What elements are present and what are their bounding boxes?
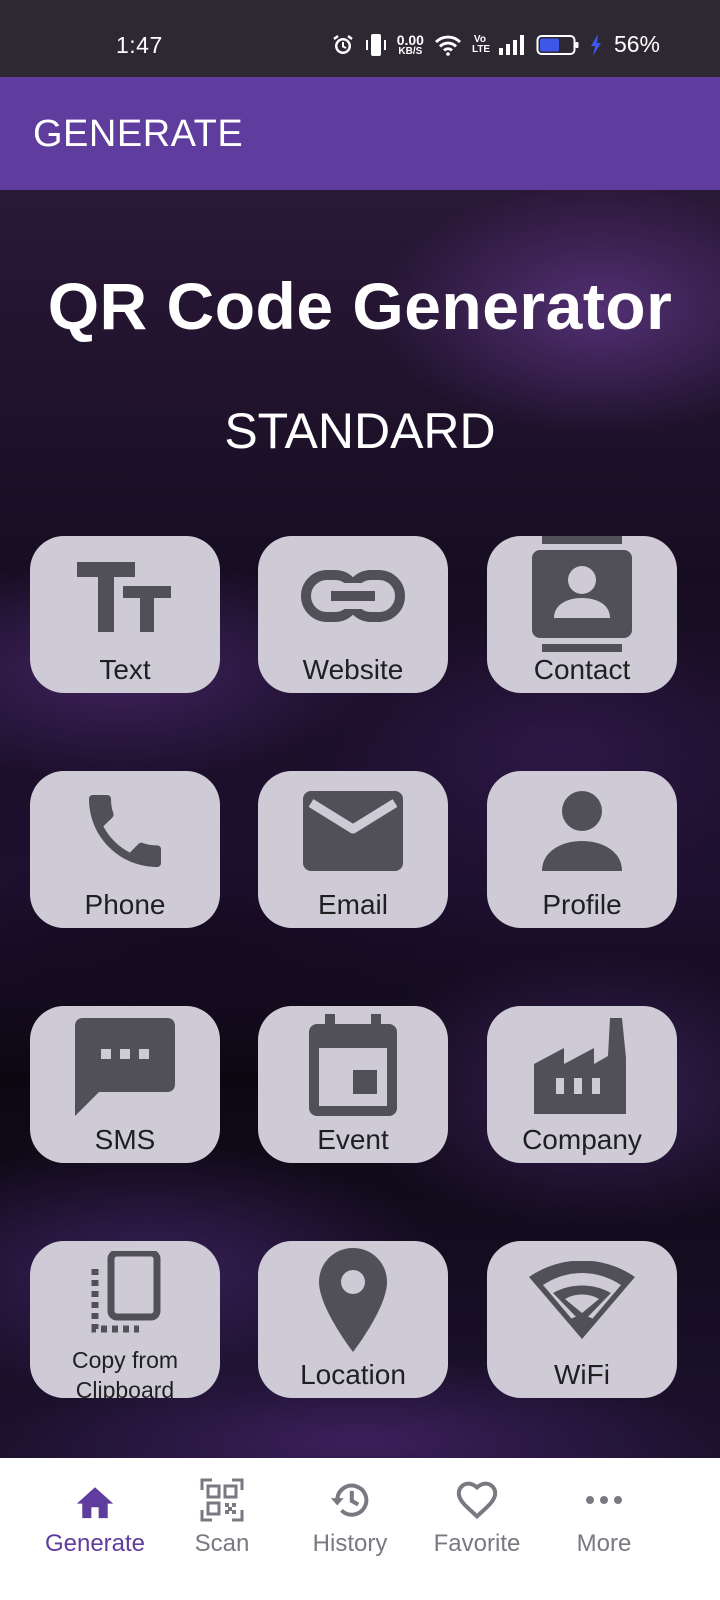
nav-scan[interactable]: Scan [157, 1458, 287, 1600]
tile-text[interactable]: Text [30, 536, 220, 693]
link-icon [258, 536, 448, 656]
history-icon [328, 1476, 372, 1524]
charging-icon [590, 33, 602, 57]
email-icon [258, 771, 448, 891]
wifi-icon [487, 1241, 677, 1361]
section-title: STANDARD [224, 403, 496, 459]
app-bar: GENERATE [0, 77, 720, 190]
factory-icon [487, 1006, 677, 1126]
tile-label: SMS [94, 1124, 156, 1155]
tile-label: Email [317, 889, 388, 920]
wifi-icon [434, 34, 462, 56]
status-bar: 1:47 0.00 KB/S Vo LTE 56% [0, 0, 720, 77]
more-dots-icon [584, 1476, 624, 1524]
nav-label: Generate [44, 1530, 146, 1557]
phone-icon [30, 771, 220, 891]
nav-more[interactable]: More [539, 1458, 669, 1600]
qr-scan-icon [200, 1476, 244, 1524]
tile-label: Phone [84, 889, 166, 920]
app-bar-title: GENERATE [33, 113, 244, 155]
tile-phone[interactable]: Phone [30, 771, 220, 928]
tile-label: Text [99, 654, 151, 685]
nav-label: Favorite [433, 1530, 521, 1557]
tile-company[interactable]: Company [487, 1006, 677, 1163]
status-icons: 0.00 KB/S Vo LTE 56% [331, 31, 660, 58]
status-time: 1:47 [116, 32, 163, 58]
nav-favorite[interactable]: Favorite [412, 1458, 542, 1600]
bottom-nav: Generate Scan History Favorite More [0, 1458, 720, 1600]
tile-website[interactable]: Website [258, 536, 448, 693]
tile-label: WiFi [554, 1359, 610, 1390]
tile-clipboard[interactable]: Copy from Clipboard [30, 1241, 220, 1398]
clipboard-icon [30, 1241, 220, 1345]
nav-generate[interactable]: Generate [30, 1458, 160, 1600]
location-pin-icon [258, 1241, 448, 1361]
battery-icon [536, 33, 580, 57]
generator-content[interactable]: QR Code Generator STANDARD Text Website … [0, 190, 720, 1458]
nav-label: Scan [194, 1530, 250, 1557]
tile-label: Company [522, 1124, 642, 1155]
tile-label: Event [317, 1124, 389, 1155]
heart-icon [455, 1476, 499, 1524]
home-icon [73, 1476, 117, 1524]
tile-sms[interactable]: SMS [30, 1006, 220, 1163]
tile-contact[interactable]: Contact [487, 536, 677, 693]
tile-event[interactable]: Event [258, 1006, 448, 1163]
volte-icon: Vo LTE [471, 33, 491, 55]
tile-email[interactable]: Email [258, 771, 448, 928]
tile-location[interactable]: Location [258, 1241, 448, 1398]
net-speed: 0.00 KB/S [397, 33, 424, 57]
net-speed-value: 0.00 [396, 31, 424, 48]
page-title: QR Code Generator [47, 269, 673, 343]
profile-icon [487, 771, 677, 891]
alarm-icon [331, 33, 355, 57]
net-speed-unit: KB/S [398, 45, 423, 57]
tile-label: Copy from Clipboard [71, 1347, 179, 1398]
volte-label: Vo LTE [471, 33, 491, 55]
tile-label: Website [302, 654, 404, 685]
calendar-icon [258, 1006, 448, 1126]
battery-percent: 56% [613, 31, 660, 57]
tile-wifi[interactable]: WiFi [487, 1241, 677, 1398]
nav-label: More [576, 1530, 632, 1557]
nav-history[interactable]: History [285, 1458, 415, 1600]
vibrate-icon [365, 32, 387, 58]
tile-label: Profile [542, 889, 622, 920]
text-icon [30, 536, 220, 656]
signal-icon [498, 34, 526, 56]
tile-label: Contact [533, 654, 631, 685]
sms-icon [30, 1006, 220, 1126]
nav-label: History [312, 1530, 388, 1557]
tile-profile[interactable]: Profile [487, 771, 677, 928]
contact-icon [487, 536, 677, 656]
tile-label: Location [300, 1359, 406, 1390]
